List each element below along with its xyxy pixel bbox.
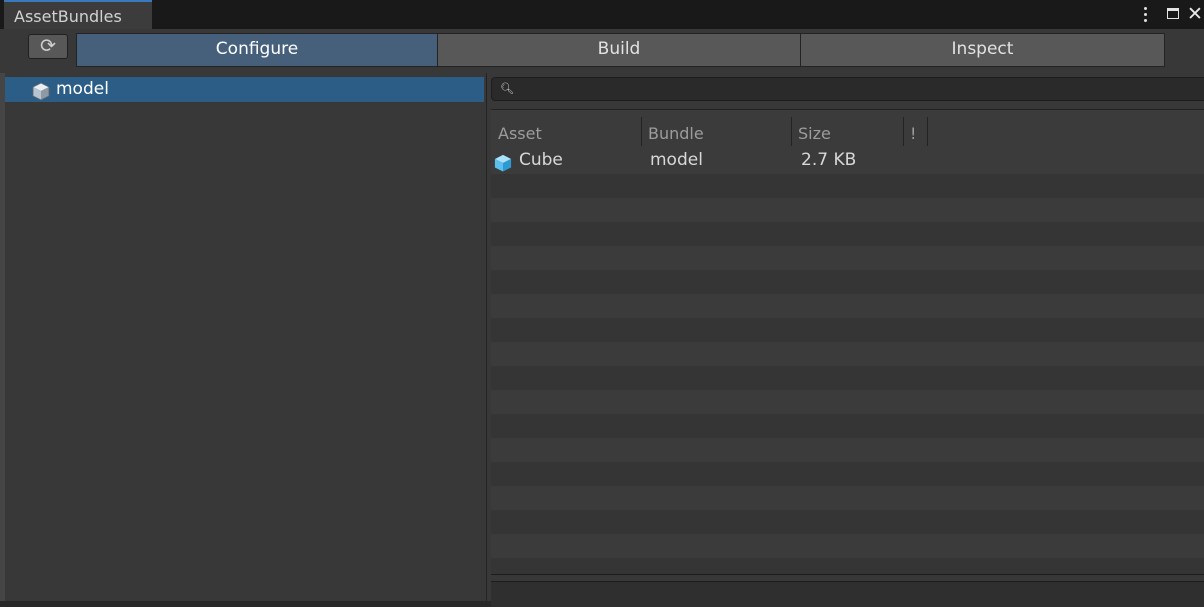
cell-bundle-name: model — [650, 150, 703, 170]
tab-build[interactable]: Build — [437, 33, 801, 67]
window-tab-strip: AssetBundles ✕ — [0, 0, 1204, 29]
row-stripe — [491, 318, 1204, 342]
bundle-cube-icon — [32, 82, 50, 101]
bundle-tree-panel: model — [5, 73, 487, 601]
refresh-icon: ⟳ — [40, 35, 56, 57]
row-stripe — [491, 414, 1204, 438]
prefab-cube-icon — [494, 154, 512, 172]
cell-size: 2.7 KB — [801, 150, 857, 170]
row-stripe — [491, 222, 1204, 246]
window-tab-assetbundles[interactable]: AssetBundles — [4, 0, 152, 29]
column-divider[interactable] — [791, 117, 792, 146]
column-header-warning[interactable]: ! — [910, 124, 916, 143]
row-stripe — [491, 270, 1204, 294]
asset-list-panel: 🔍︎ Asset Bundle Size ! Cube model 2.7 KB — [487, 73, 1204, 607]
row-stripe — [491, 462, 1204, 486]
column-header-size[interactable]: Size — [798, 124, 831, 143]
toolbar: ⟳ Configure Build Inspect — [0, 29, 1204, 73]
column-divider[interactable] — [641, 117, 642, 146]
details-panel — [491, 581, 1204, 607]
column-divider[interactable] — [927, 117, 928, 146]
asset-table: Asset Bundle Size ! Cube model 2.7 KB — [491, 109, 1204, 575]
tree-item-label: model — [56, 79, 109, 99]
search-icon: 🔍︎ — [500, 82, 514, 95]
row-stripe — [491, 510, 1204, 534]
cell-asset-name: Cube — [519, 150, 563, 170]
close-icon[interactable]: ✕ — [1186, 4, 1204, 24]
column-header-bundle[interactable]: Bundle — [648, 124, 704, 143]
window-tab-title: AssetBundles — [14, 7, 122, 26]
refresh-button[interactable]: ⟳ — [28, 34, 68, 59]
column-divider[interactable] — [903, 117, 904, 146]
row-stripe — [491, 366, 1204, 390]
column-header-asset[interactable]: Asset — [498, 124, 542, 143]
tab-configure[interactable]: Configure — [76, 33, 438, 67]
search-field[interactable]: 🔍︎ — [491, 77, 1204, 101]
row-stripe — [491, 174, 1204, 198]
tab-inspect[interactable]: Inspect — [800, 33, 1165, 67]
more-vert-icon[interactable] — [1136, 4, 1154, 24]
maximize-icon[interactable] — [1164, 4, 1182, 24]
row-stripe — [491, 558, 1204, 574]
tree-item-model[interactable]: model — [5, 77, 484, 102]
